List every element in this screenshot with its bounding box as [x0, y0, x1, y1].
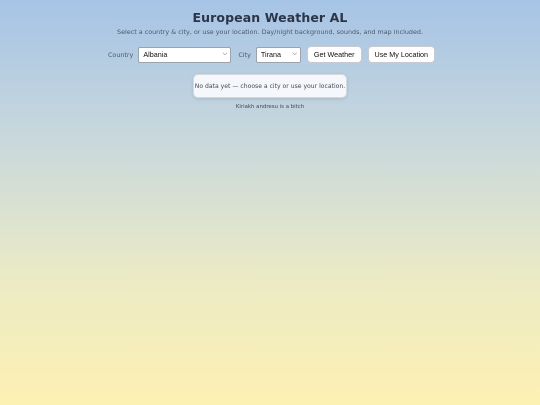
header: European Weather AL Select a country & c…	[0, 0, 540, 36]
city-select[interactable]: Tirana ⌵	[255, 46, 301, 63]
status-message: No data yet — choose a city or use your …	[194, 82, 346, 90]
country-select-value: Albania	[143, 50, 168, 59]
chevron-down-icon: ⌵	[222, 51, 228, 57]
page-title: European Weather AL	[192, 10, 348, 25]
country-label: Country	[107, 50, 134, 59]
controls-bar: Country Albania ⌵ City Tirana ⌵ Get Weat…	[0, 46, 540, 63]
footer-note: Kiriakh andresu is a bitch	[235, 104, 305, 110]
city-label: City	[238, 50, 251, 59]
chevron-down-icon: ⌵	[292, 51, 297, 57]
page-subtitle: Select a country & city, or use your loc…	[117, 28, 423, 36]
get-weather-button[interactable]: Get Weather	[306, 46, 362, 63]
use-my-location-button[interactable]: Use My Location	[367, 46, 436, 63]
city-select-value: Tirana	[260, 50, 281, 59]
weather-result-card: No data yet — choose a city or use your …	[193, 74, 347, 98]
country-select[interactable]: Albania ⌵	[138, 46, 232, 63]
